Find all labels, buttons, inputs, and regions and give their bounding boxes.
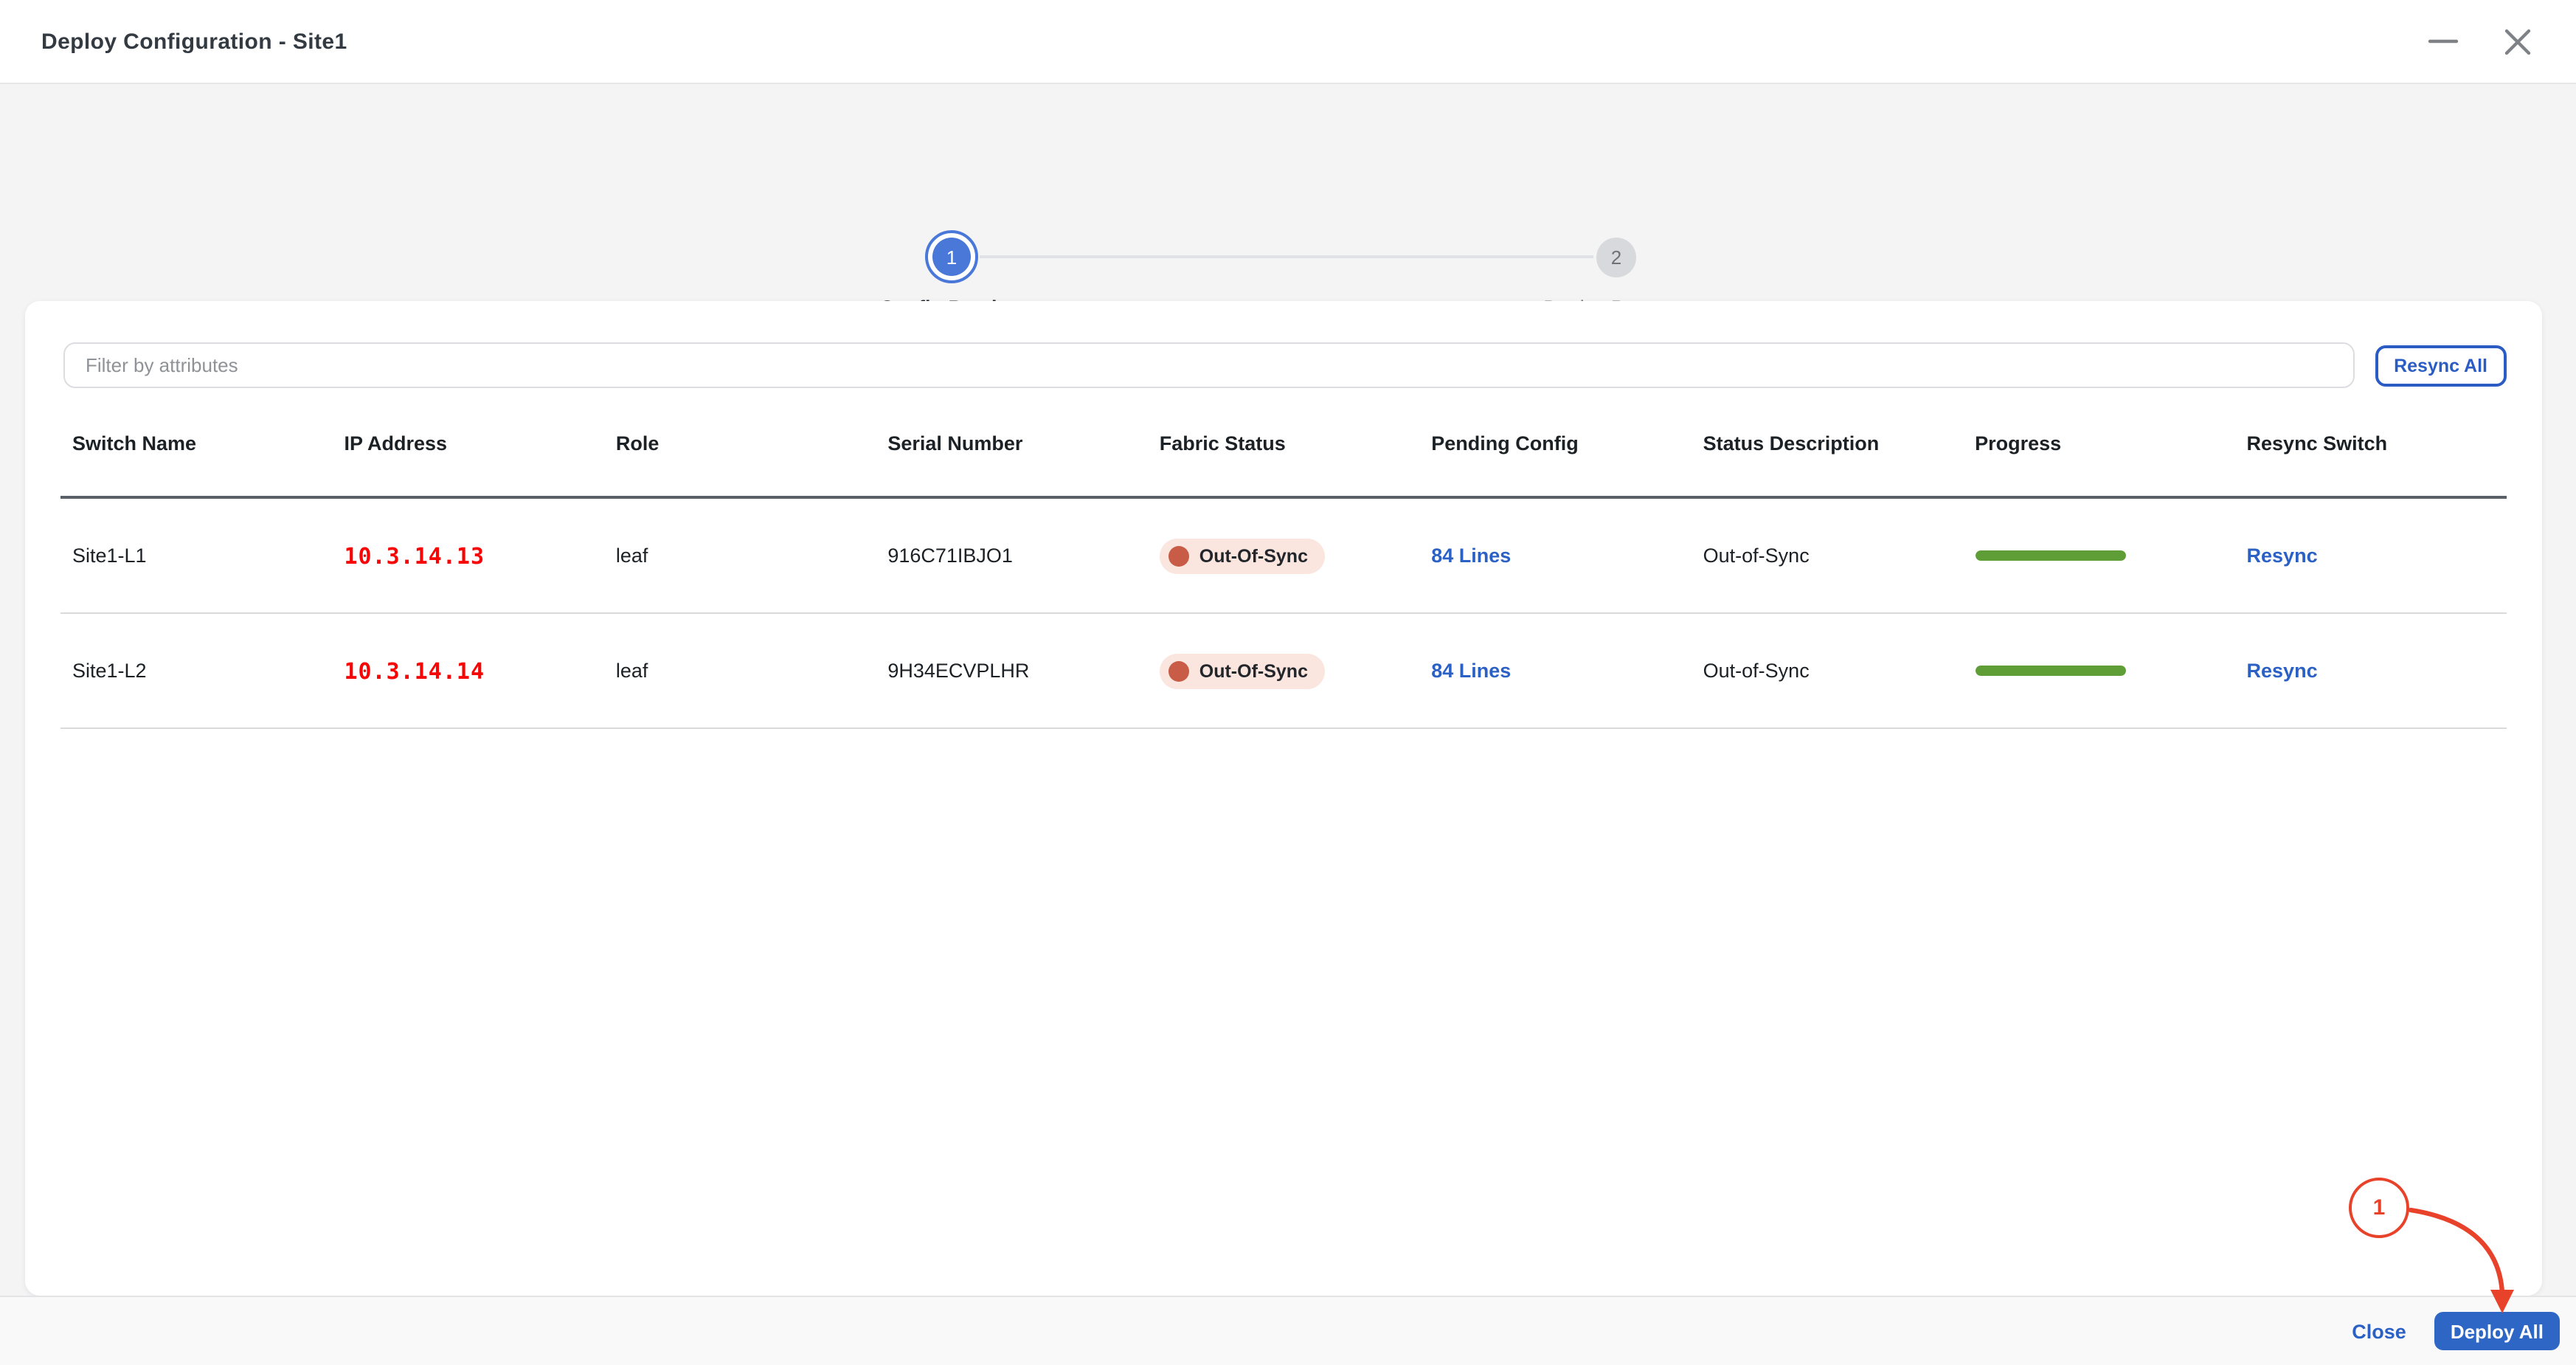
cell-switch-name: Site1-L2 <box>72 660 147 682</box>
step-2-circle: 2 <box>1596 238 1636 277</box>
progress-bar <box>1975 666 2126 676</box>
column-header: Resync Switch <box>2246 432 2388 455</box>
column-header: Role <box>615 432 659 455</box>
table-toolbar: Resync All <box>25 301 2542 388</box>
cell-ip-address: 10.3.14.13 <box>344 542 485 569</box>
cell-role: leaf <box>615 545 648 567</box>
column-header: Switch Name <box>72 432 197 455</box>
table-row: Site1-L1 10.3.14.13 leaf 916C71IBJO1 Out… <box>60 499 2507 614</box>
out-of-sync-dot-icon <box>1168 660 1189 681</box>
config-preview-card: Resync All Switch Name IP Address Role Seri… <box>25 301 2542 1296</box>
column-header: Pending Config <box>1431 432 1579 455</box>
cell-resync: Resync <box>2235 545 2507 567</box>
table-row: Site1-L2 10.3.14.14 leaf 9H34ECVPLHR Out… <box>60 614 2507 729</box>
stepper-connector <box>980 255 1593 258</box>
cell-switch-name: Site1-L1 <box>72 545 147 567</box>
filter-input[interactable] <box>63 342 2355 388</box>
progress-bar <box>1975 550 2126 561</box>
column-header: Status Description <box>1703 432 1880 455</box>
column-header: Serial Number <box>887 432 1023 455</box>
window-header: Deploy Configuration - Site1 <box>0 0 2576 84</box>
close-button[interactable]: Close <box>2352 1320 2406 1342</box>
cell-serial-number: 9H34ECVPLHR <box>887 660 1030 682</box>
resync-link[interactable]: Resync <box>2247 545 2318 567</box>
column-header: Fabric Status <box>1159 432 1286 455</box>
table-body: Site1-L1 10.3.14.13 leaf 916C71IBJO1 Out… <box>60 499 2507 729</box>
annotation-step-badge: 1 <box>2349 1178 2409 1238</box>
cell-pending-config: 84 Lines <box>1419 660 1691 682</box>
table-header-row: Switch Name IP Address Role Serial Number Fa… <box>60 432 2507 499</box>
close-window-button[interactable] <box>2499 24 2535 59</box>
cell-role: leaf <box>615 660 648 682</box>
fabric-status-badge: Out-Of-Sync <box>1159 538 1326 573</box>
minimize-button[interactable] <box>2426 24 2461 59</box>
pending-config-link[interactable]: 84 Lines <box>1431 545 1511 567</box>
deploy-configuration-modal: Deploy Configuration - Site1 1 2 Config … <box>0 0 2576 1365</box>
cell-status-description: Out-of-Sync <box>1703 545 1810 567</box>
modal-footer: Close Deploy All <box>0 1296 2576 1365</box>
resync-all-button[interactable]: Resync All <box>2375 345 2507 386</box>
close-icon <box>2504 28 2530 55</box>
window-controls <box>2426 24 2535 59</box>
cell-ip-address: 10.3.14.14 <box>344 657 485 684</box>
step-1-circle: 1 <box>925 230 978 283</box>
cell-pending-config: 84 Lines <box>1419 545 1691 567</box>
cell-progress <box>1963 666 2234 676</box>
out-of-sync-dot-icon <box>1168 545 1189 566</box>
column-header: Progress <box>1975 432 2062 455</box>
resync-link[interactable]: Resync <box>2247 660 2318 682</box>
window-title: Deploy Configuration - Site1 <box>41 29 347 54</box>
switches-table: Switch Name IP Address Role Serial Number Fa… <box>60 432 2507 729</box>
deploy-all-button[interactable]: Deploy All <box>2434 1312 2560 1350</box>
cell-serial-number: 916C71IBJO1 <box>887 545 1013 567</box>
column-header: IP Address <box>344 432 447 455</box>
cell-resync: Resync <box>2235 660 2507 682</box>
cell-fabric-status: Out-Of-Sync <box>1148 538 1419 573</box>
fabric-status-badge: Out-Of-Sync <box>1159 653 1326 688</box>
step-1-number: 1 <box>932 238 971 276</box>
cell-fabric-status: Out-Of-Sync <box>1148 653 1419 688</box>
cell-progress <box>1963 550 2234 561</box>
wizard-stepper: 1 2 Config Preview Deploy Progress <box>0 84 2576 319</box>
minimize-icon <box>2428 39 2459 44</box>
pending-config-link[interactable]: 84 Lines <box>1431 660 1511 682</box>
cell-status-description: Out-of-Sync <box>1703 660 1810 682</box>
